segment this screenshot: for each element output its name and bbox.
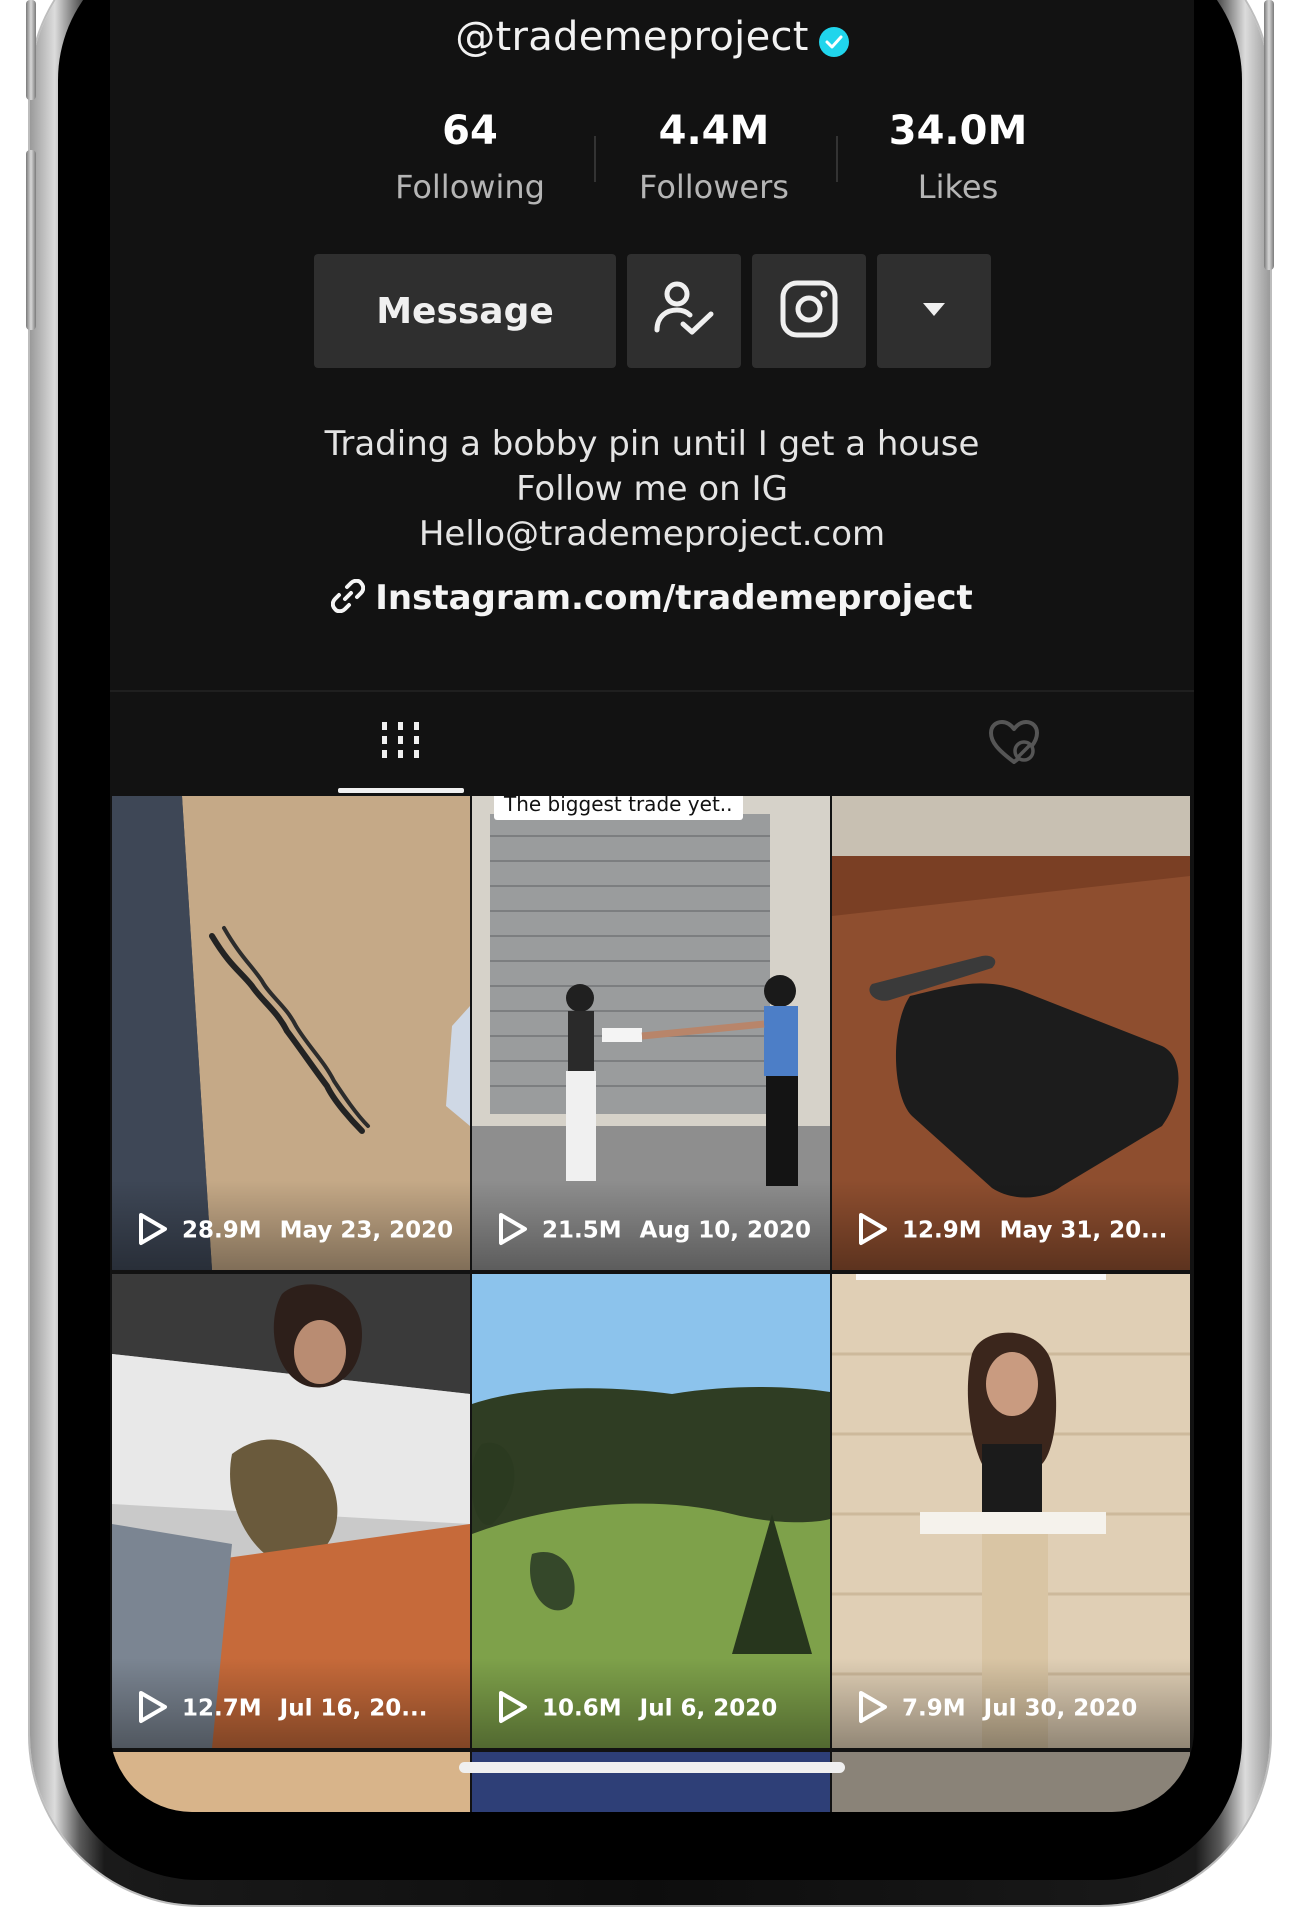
bio-line: Follow me on IG bbox=[516, 469, 788, 509]
stat-likes[interactable]: 34.0M Likes bbox=[838, 108, 1078, 206]
side-button-left-2 bbox=[26, 150, 36, 330]
video-meta: 21.5M Aug 10, 2020 bbox=[498, 1213, 812, 1248]
play-icon bbox=[139, 1691, 167, 1723]
view-count: 28.9M bbox=[182, 1217, 262, 1244]
username: @trademeproject bbox=[455, 14, 809, 60]
user-check-icon bbox=[653, 280, 715, 342]
username-row: @trademeproject bbox=[110, 14, 1194, 61]
stat-label: Followers bbox=[639, 168, 789, 206]
side-button-right bbox=[1264, 0, 1274, 270]
post-date: May 23, 2020 bbox=[279, 1217, 454, 1244]
instagram-icon bbox=[780, 280, 838, 342]
video-thumbnail[interactable]: The biggest trade yet.. 21.5M Aug 10, 202… bbox=[472, 796, 830, 1270]
instagram-button[interactable] bbox=[752, 254, 866, 368]
tab-liked[interactable] bbox=[650, 700, 1190, 796]
video-thumbnail-partial[interactable] bbox=[472, 1752, 830, 1812]
profile-actions: Message bbox=[110, 254, 1194, 368]
video-meta: 7.9M Jul 30, 2020 bbox=[858, 1691, 1138, 1726]
profile-link[interactable]: Instagram.com/trademeproject bbox=[110, 578, 1194, 618]
video-thumbnail-partial[interactable] bbox=[832, 1752, 1190, 1812]
profile-stats: 64 Following 4.4M Followers 34.0M Likes bbox=[350, 108, 1078, 218]
bio-line: Hello@trademeproject.com bbox=[418, 514, 886, 554]
post-date: Jul 16, 20... bbox=[279, 1695, 428, 1722]
app-screen: @trademeproject 64 Following 4.4M Follow… bbox=[110, 0, 1194, 1812]
tab-videos[interactable] bbox=[110, 700, 650, 796]
grid-icon bbox=[382, 722, 419, 758]
bio-line: Trading a bobby pin until I get a house bbox=[324, 424, 980, 464]
stat-value: 34.0M bbox=[888, 108, 1028, 154]
stat-following[interactable]: 64 Following bbox=[350, 108, 590, 206]
tab-active-indicator bbox=[338, 788, 464, 793]
stat-label: Following bbox=[395, 168, 545, 206]
video-meta: 28.9M May 23, 2020 bbox=[138, 1213, 454, 1248]
play-icon bbox=[859, 1691, 887, 1723]
video-thumbnail-partial[interactable] bbox=[112, 1752, 470, 1812]
caret-down-icon bbox=[923, 302, 945, 321]
stat-label: Likes bbox=[917, 168, 999, 206]
stat-followers[interactable]: 4.4M Followers bbox=[594, 108, 834, 206]
liked-hidden-icon bbox=[989, 720, 1039, 764]
message-button[interactable]: Message bbox=[314, 254, 616, 368]
video-thumbnail[interactable]: 28.9M May 23, 2020 bbox=[112, 796, 470, 1270]
play-icon bbox=[499, 1691, 527, 1723]
link-icon bbox=[331, 578, 366, 613]
video-thumbnail[interactable]: 7.9M Jul 30, 2020 bbox=[832, 1274, 1190, 1748]
play-icon bbox=[859, 1213, 887, 1245]
video-meta: 10.6M Jul 6, 2020 bbox=[498, 1691, 778, 1726]
view-count: 7.9M bbox=[902, 1695, 966, 1722]
video-caption-sticker: The biggest trade yet.. bbox=[494, 796, 743, 820]
video-thumbnail[interactable]: 10.6M Jul 6, 2020 bbox=[472, 1274, 830, 1748]
home-indicator[interactable] bbox=[459, 1762, 845, 1773]
stat-value: 64 bbox=[442, 108, 498, 154]
link-text: Instagram.com/trademeproject bbox=[375, 578, 973, 618]
play-icon bbox=[139, 1213, 167, 1245]
video-meta: 12.7M Jul 16, 20... bbox=[138, 1691, 428, 1726]
post-date: Aug 10, 2020 bbox=[639, 1217, 812, 1244]
verified-badge-icon bbox=[818, 26, 849, 57]
profile-bio: Trading a bobby pin until I get a house … bbox=[110, 422, 1194, 557]
view-count: 10.6M bbox=[542, 1695, 622, 1722]
video-thumbnail[interactable]: 12.7M Jul 16, 20... bbox=[112, 1274, 470, 1748]
more-dropdown-button[interactable] bbox=[877, 254, 991, 368]
side-button-left-1 bbox=[26, 0, 36, 100]
video-thumbnail[interactable]: 12.9M May 31, 20... bbox=[832, 796, 1190, 1270]
view-count: 12.7M bbox=[182, 1695, 262, 1722]
stat-value: 4.4M bbox=[658, 108, 770, 154]
following-button[interactable] bbox=[627, 254, 741, 368]
post-date: Jul 30, 2020 bbox=[983, 1695, 1138, 1722]
post-date: Jul 6, 2020 bbox=[639, 1695, 778, 1722]
view-count: 12.9M bbox=[902, 1217, 982, 1244]
play-icon bbox=[499, 1213, 527, 1245]
video-meta: 12.9M May 31, 20... bbox=[858, 1213, 1168, 1248]
view-count: 21.5M bbox=[542, 1217, 622, 1244]
tabs-divider bbox=[110, 690, 1194, 692]
post-date: May 31, 20... bbox=[999, 1217, 1168, 1244]
